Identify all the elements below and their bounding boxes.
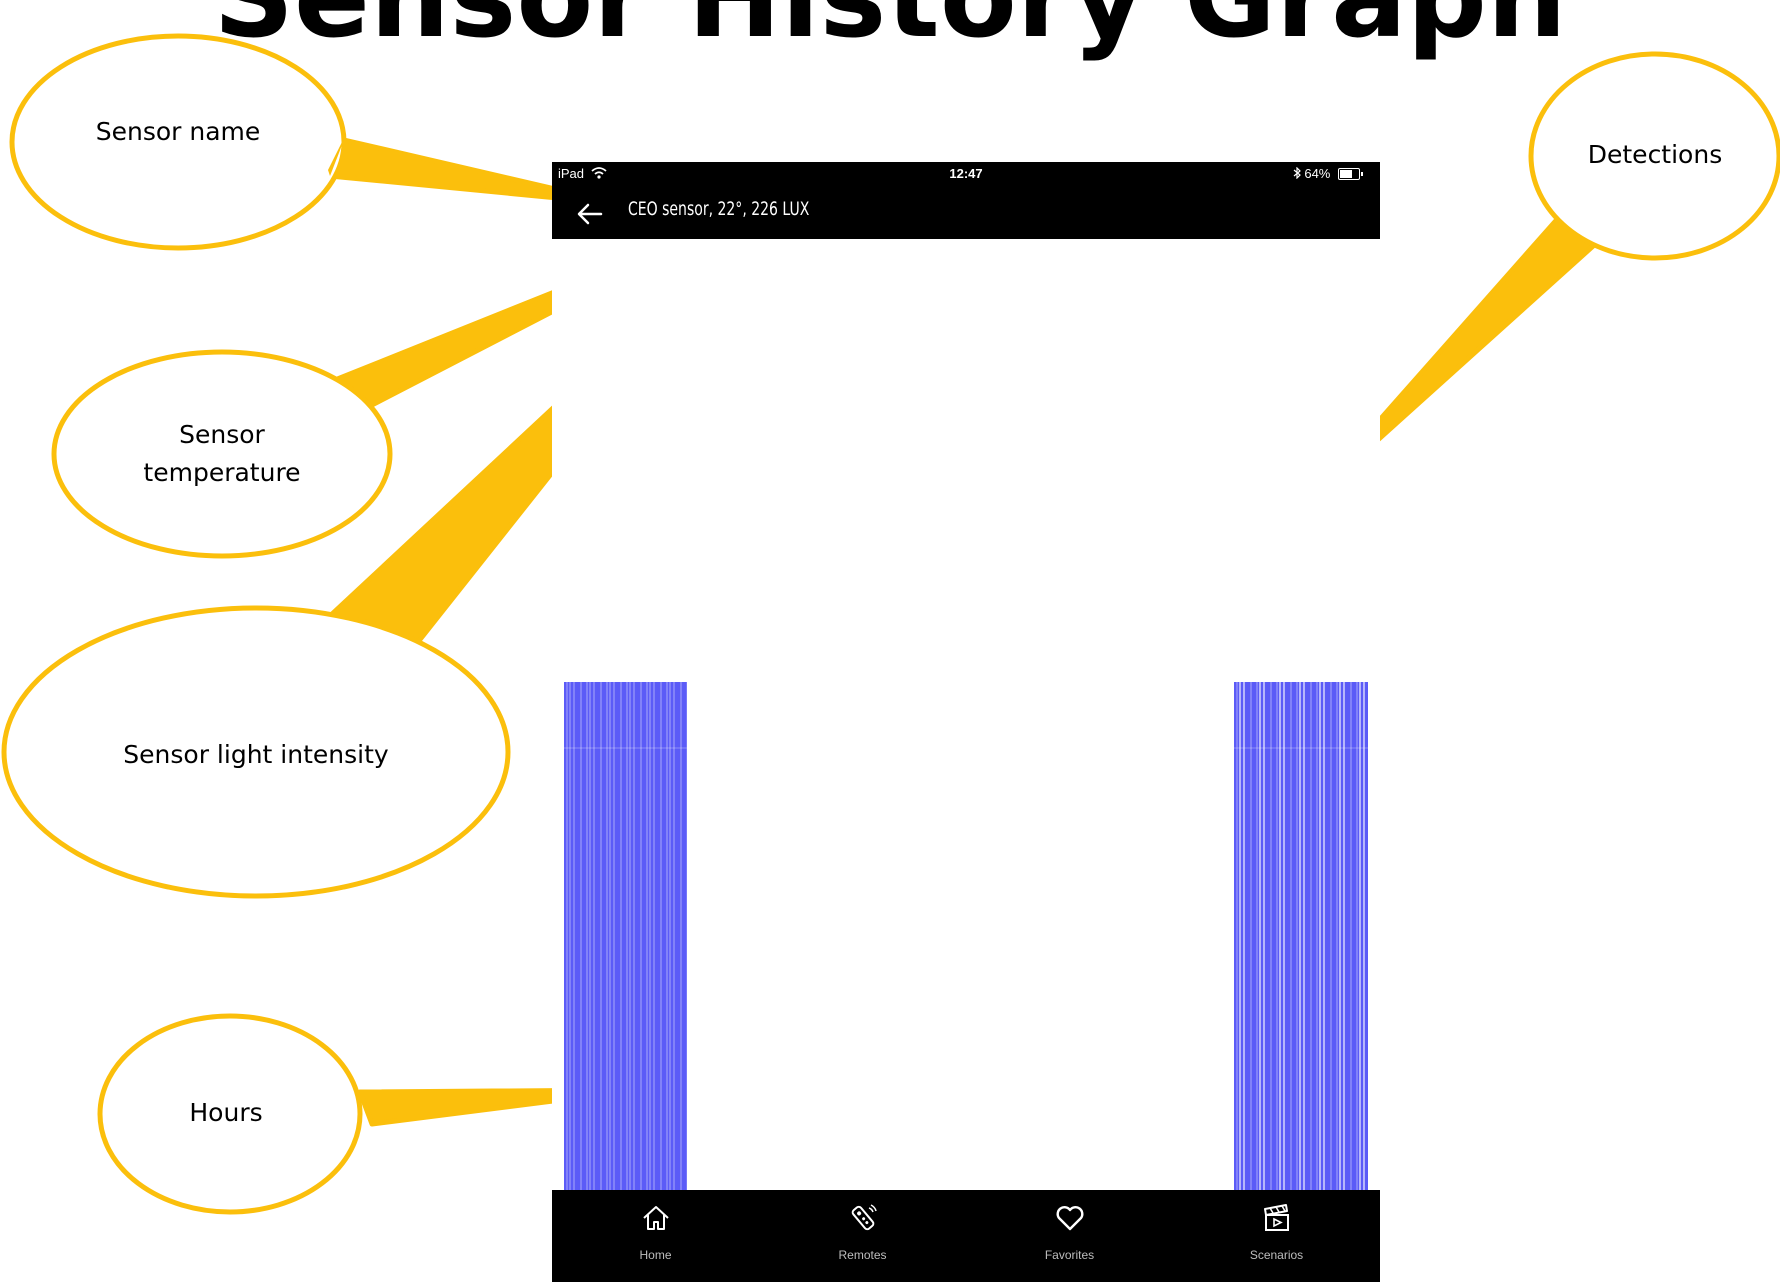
heart-icon — [1056, 1206, 1084, 1231]
tab-home[interactable]: Home — [552, 1190, 759, 1282]
callout-label-sensor-light: Sensor light intensity — [123, 740, 389, 769]
tab-home-label: Home — [639, 1248, 672, 1262]
status-right: 64% — [1293, 166, 1363, 181]
tab-remotes[interactable]: Remotes — [759, 1190, 966, 1282]
callout-label-sensor-temperature: Sensor temperature — [72, 416, 372, 492]
callout-label-detections: Detections — [1587, 140, 1723, 169]
ipad-screen: iPad 12:47 64% CEO sensor, 22°, 226 LUX … — [552, 162, 1380, 1282]
tab-scenarios-label: Scenarios — [1249, 1248, 1304, 1262]
sensor-title: CEO sensor, 22°, 226 LUX — [628, 198, 810, 220]
status-time: 12:47 — [949, 166, 983, 181]
arrow-left-icon — [577, 203, 603, 225]
bluetooth-icon — [1293, 166, 1301, 180]
detection-bar-0 — [564, 682, 687, 1224]
app-header: iPad 12:47 64% CEO sensor, 22°, 226 LUX — [552, 162, 1380, 239]
battery-icon — [1338, 168, 1363, 180]
remote-icon — [851, 1204, 877, 1231]
tab-scenarios[interactable]: Scenarios — [1173, 1190, 1380, 1282]
tab-remotes-label: Remotes — [838, 1248, 887, 1262]
home-icon — [643, 1206, 669, 1230]
callout-label-hours: Hours — [189, 1098, 263, 1127]
back-button[interactable] — [575, 200, 605, 228]
callout-label-sensor-name: Sensor name — [95, 117, 261, 146]
detection-bar-1 — [1234, 682, 1368, 1224]
callout-label-sensor-temperature-text: Sensor temperature — [143, 420, 301, 487]
tab-favorites-label: Favorites — [1044, 1248, 1095, 1262]
tab-bar: Home Remotes Favorites Scenarios — [552, 1190, 1380, 1282]
detection-chart: 2:4716:0719:2722:4702:0705:2708:4712:07 — [552, 682, 1372, 1243]
clapperboard-icon — [1264, 1204, 1289, 1231]
battery-percent: 64% — [1304, 166, 1331, 181]
tab-favorites[interactable]: Favorites — [966, 1190, 1173, 1282]
